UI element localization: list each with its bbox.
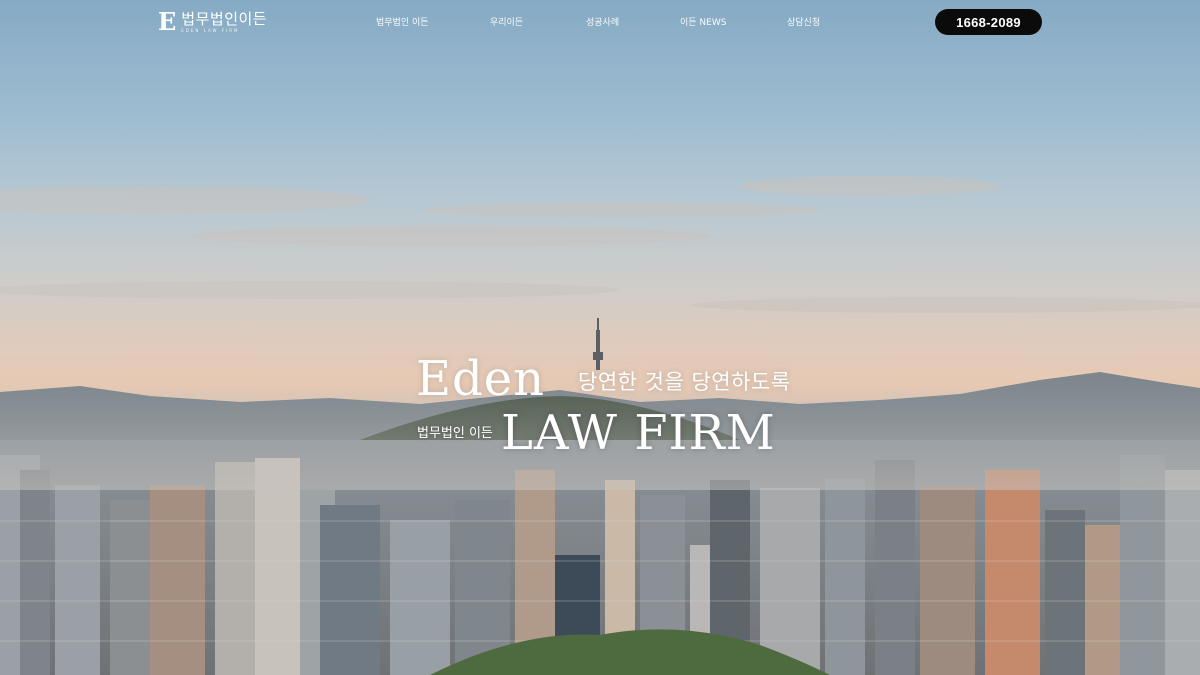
menu-item-about[interactable]: 법무법인 이든 — [376, 15, 429, 28]
city-skyline-image — [0, 176, 1200, 675]
top-navigation: E 법무법인이든 EDEN LAW FIRM 법무법인 이든 우리이든 성공사례… — [0, 0, 1200, 44]
logo-subtitle: EDEN LAW FIRM — [181, 27, 240, 33]
menu-item-our-eden[interactable]: 우리이든 — [490, 15, 523, 28]
menu-item-consultation[interactable]: 상담신청 — [787, 15, 820, 28]
hero-background — [0, 0, 1200, 675]
phone-call-button[interactable]: 1668-2089 — [935, 9, 1042, 35]
phone-number: 1668-2089 — [956, 14, 1021, 30]
menu-item-news[interactable]: 이든 NEWS — [680, 15, 726, 28]
menu-item-success-cases[interactable]: 성공사례 — [586, 15, 619, 28]
